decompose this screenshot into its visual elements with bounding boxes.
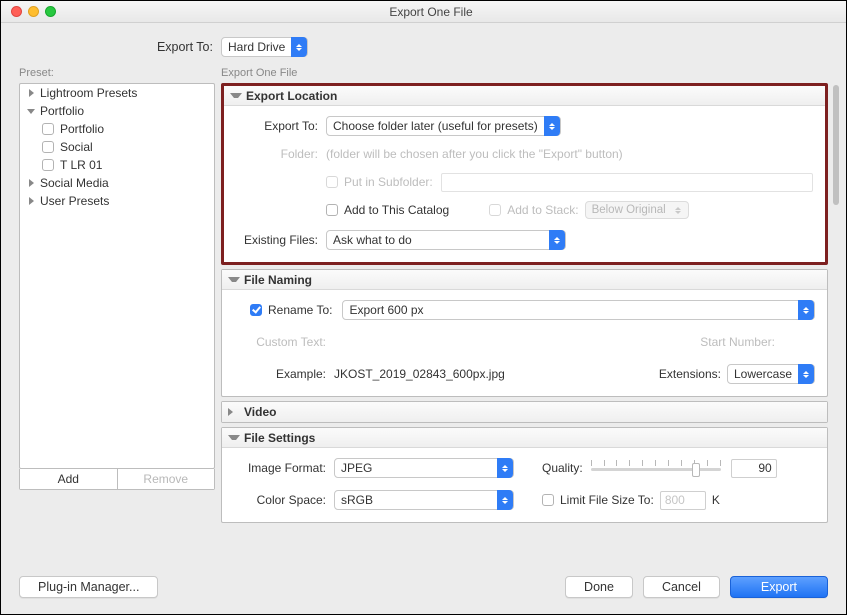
limit-size-checkbox[interactable] [542,494,554,506]
stack-position-select: Below Original [585,201,689,219]
add-preset-button[interactable]: Add [20,469,118,489]
format-label: Image Format: [234,461,334,475]
scrollbar[interactable] [833,85,839,205]
existing-label: Existing Files: [236,233,326,247]
export-to-select[interactable]: Hard Drive [221,37,308,57]
remove-preset-button: Remove [118,469,215,489]
panel-video: Video [221,401,828,423]
preset-item-tlr01[interactable]: T LR 01 [20,156,214,174]
limit-size-input: 800 [660,491,706,510]
preset-list[interactable]: Lightroom Presets Portfolio Portfolio So… [19,83,215,469]
quality-slider[interactable] [591,460,721,476]
chevron-updown-icon [291,37,307,57]
extensions-select[interactable]: Lowercase [727,364,815,384]
export-to-label: Export To: [1,40,221,54]
cancel-button[interactable]: Cancel [643,576,720,598]
panel-header-naming[interactable]: File Naming [222,270,827,290]
disclosure-icon[interactable] [230,93,242,98]
preset-item-portfolio[interactable]: Portfolio [20,120,214,138]
export-to-row: Export To: Hard Drive [1,23,846,67]
preset-group-user[interactable]: User Presets [20,192,214,210]
add-stack-label: Add to Stack: [507,203,578,217]
chevron-updown-icon [798,300,814,320]
disclosure-icon[interactable] [228,277,240,282]
example-label: Example: [234,367,334,381]
main-label: Export One File [221,67,828,79]
chevron-updown-icon [497,458,513,478]
export-dialog: Export One File Export To: Hard Drive Pr… [0,0,847,615]
panel-export-location: Export Location Export To: Choose folder… [221,83,828,265]
panel-header-video[interactable]: Video [222,402,827,422]
chevron-updown-icon [497,490,513,510]
limit-size-unit: K [712,493,720,507]
preset-column: Preset: Lightroom Presets Portfolio Port… [5,67,215,490]
export-to-value: Hard Drive [228,40,285,54]
subfolder-input [441,173,813,192]
add-stack-checkbox [489,204,501,216]
preset-label: Preset: [19,67,215,79]
disclosure-icon[interactable] [26,178,36,188]
extensions-label: Extensions: [659,367,721,381]
disclosure-icon[interactable] [228,408,240,416]
chevron-updown-icon [798,364,814,384]
panel-header-filesettings[interactable]: File Settings [222,428,827,448]
footer: Plug-in Manager... Done Cancel Export [1,564,846,614]
add-catalog-checkbox[interactable] [326,204,338,216]
rename-checkbox[interactable] [250,304,262,316]
colorspace-select[interactable]: sRGB [334,490,514,510]
panel-header-location[interactable]: Export Location [224,86,825,106]
quality-input[interactable]: 90 [731,459,777,478]
quality-label: Quality: [542,461,583,475]
slider-thumb[interactable] [692,463,700,477]
preset-group-lightroom[interactable]: Lightroom Presets [20,84,214,102]
chevron-updown-icon [544,116,560,136]
loc-folder-hint: (folder will be chosen after you click t… [326,147,623,161]
preset-item-social[interactable]: Social [20,138,214,156]
format-select[interactable]: JPEG [334,458,514,478]
preset-buttons: Add Remove [19,469,215,490]
colorspace-label: Color Space: [234,493,334,507]
plugin-manager-button[interactable]: Plug-in Manager... [19,576,158,598]
add-catalog-label: Add to This Catalog [344,203,449,217]
zoom-icon[interactable] [45,6,56,17]
start-number-label: Start Number: [700,335,775,349]
rename-label: Rename To: [268,303,332,317]
window-title: Export One File [56,5,806,19]
loc-folder-label: Folder: [236,147,326,161]
rename-template-select[interactable]: Export 600 px [342,300,815,320]
panel-file-naming: File Naming Rename To: Export 600 px [221,269,828,397]
chevron-updown-icon [549,230,565,250]
existing-files-select[interactable]: Ask what to do [326,230,566,250]
loc-exportto-label: Export To: [236,119,326,133]
panel-file-settings: File Settings Image Format: JPEG Quality… [221,427,828,523]
minimize-icon[interactable] [28,6,39,17]
loc-exportto-select[interactable]: Choose folder later (useful for presets) [326,116,561,136]
disclosure-icon[interactable] [228,435,240,440]
checkbox[interactable] [42,141,54,153]
checkbox[interactable] [42,123,54,135]
export-button[interactable]: Export [730,576,828,598]
disclosure-icon[interactable] [26,106,36,116]
close-icon[interactable] [11,6,22,17]
disclosure-icon[interactable] [26,196,36,206]
done-button[interactable]: Done [565,576,633,598]
custom-text-label: Custom Text: [234,335,334,349]
preset-group-portfolio[interactable]: Portfolio [20,102,214,120]
limit-size-label: Limit File Size To: [560,493,654,507]
checkbox[interactable] [42,159,54,171]
traffic-lights [1,6,56,17]
disclosure-icon[interactable] [26,88,36,98]
subfolder-checkbox [326,176,338,188]
example-value: JKOST_2019_02843_600px.jpg [334,367,505,381]
preset-group-socialmedia[interactable]: Social Media [20,174,214,192]
settings-column: Export One File Export Location Export T… [215,67,842,490]
titlebar: Export One File [1,1,846,23]
subfolder-label: Put in Subfolder: [344,175,433,189]
